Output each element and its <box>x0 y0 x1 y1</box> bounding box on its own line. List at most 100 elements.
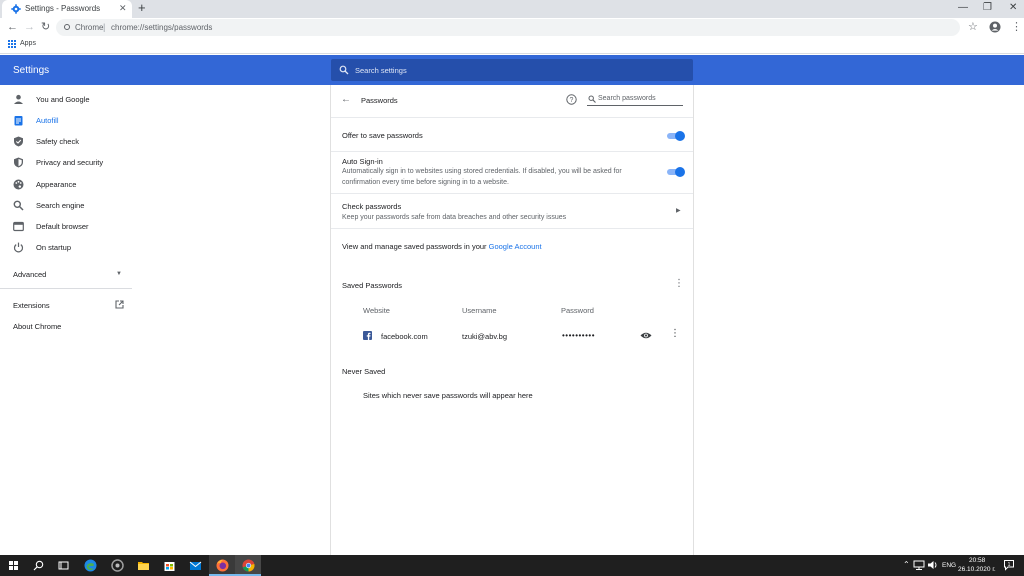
apps-grid-icon[interactable] <box>8 40 16 48</box>
bookmark-star-icon[interactable]: ☆ <box>968 20 978 34</box>
store-icon[interactable] <box>162 558 177 573</box>
facebook-icon <box>363 331 372 340</box>
back-arrow-icon[interactable]: ← <box>341 94 351 105</box>
taskbar-chrome-active[interactable] <box>235 555 261 576</box>
sidebar-item-autofill[interactable]: Autofill <box>0 110 130 131</box>
shield-check-icon <box>14 136 23 147</box>
power-icon <box>13 242 24 253</box>
clock-time[interactable]: 20:58 <box>969 557 985 564</box>
search-passwords-input[interactable]: Search passwords <box>587 93 683 106</box>
column-header-password: Password <box>561 306 594 315</box>
tab-settings-passwords[interactable]: Settings - Passwords ✕ <box>2 0 132 18</box>
windows-start-icon[interactable] <box>6 558 21 573</box>
auto-signin-title: Auto Sign-in <box>342 157 383 166</box>
saved-passwords-menu-icon[interactable]: ⋮ <box>674 278 684 289</box>
check-passwords-row[interactable]: Check passwords Keep your passwords safe… <box>331 194 693 228</box>
offer-to-save-label: Offer to save passwords <box>342 131 423 140</box>
person-icon <box>14 94 23 104</box>
shield-icon <box>14 157 23 168</box>
page-title: Settings <box>13 65 50 76</box>
menu-kebab-icon[interactable]: ⋮ <box>1011 20 1022 34</box>
palette-icon <box>13 179 24 190</box>
settings-gear-icon <box>11 4 21 14</box>
show-hidden-icons-caret[interactable]: ⌃ <box>903 560 910 569</box>
sidebar-item-label: Autofill <box>36 116 59 125</box>
svg-text:1: 1 <box>1008 562 1011 568</box>
open-in-new-icon <box>115 300 124 309</box>
search-icon <box>588 95 596 103</box>
task-view-icon[interactable] <box>56 558 71 573</box>
advanced-label: Advanced <box>13 270 47 279</box>
apps-bookmark[interactable]: Apps <box>20 40 36 47</box>
chrome-icon <box>242 559 255 572</box>
caret-down-icon: ▼ <box>116 271 122 277</box>
sidebar-item-appearance[interactable]: Appearance <box>0 174 130 195</box>
password-row-menu-icon[interactable]: ⋮ <box>670 328 680 339</box>
file-explorer-icon[interactable] <box>136 558 151 573</box>
passwords-card: ← Passwords ? Search passwords Offer to … <box>330 85 694 555</box>
language-indicator[interactable]: ENG <box>942 562 956 569</box>
volume-icon[interactable] <box>927 559 939 571</box>
windows-taskbar: ⌃ ENG 20:58 26.10.2020 г. 1 <box>0 555 1024 576</box>
auto-signin-description: Automatically sign in to websites using … <box>342 168 622 186</box>
sidebar-divider <box>0 288 132 289</box>
url-text: chrome://settings/passwords <box>111 23 213 32</box>
manage-text: View and manage saved passwords in your <box>342 242 489 251</box>
search-icon[interactable] <box>31 558 46 573</box>
clipboard-icon <box>14 116 23 126</box>
password-cell: •••••••••• <box>562 331 596 340</box>
manage-passwords-text: View and manage saved passwords in your … <box>342 242 542 251</box>
check-passwords-description: Keep your passwords safe from data breac… <box>342 214 567 221</box>
search-settings-input[interactable]: Search settings <box>331 59 693 81</box>
auto-signin-toggle[interactable] <box>667 167 685 177</box>
sidebar-item-label: On startup <box>36 243 72 252</box>
url-separator: | <box>103 22 106 32</box>
clock-date[interactable]: 26.10.2020 г. <box>958 566 996 573</box>
sidebar-item-privacy[interactable]: Privacy and security <box>0 152 130 173</box>
sidebar-item-search-engine[interactable]: Search engine <box>0 195 130 216</box>
new-tab-button[interactable]: + <box>138 1 146 15</box>
taskbar-firefox-active[interactable] <box>209 555 235 576</box>
sidebar-item-default-browser[interactable]: Default browser <box>0 216 130 237</box>
sidebar-item-extensions[interactable]: Extensions <box>0 296 130 314</box>
restore-button[interactable]: ❐ <box>983 2 992 14</box>
sidebar-item-on-startup[interactable]: On startup <box>0 237 130 258</box>
username-cell: tzuki@abv.bg <box>462 332 507 341</box>
settings-header: Settings Search settings <box>0 55 1024 85</box>
address-bar[interactable]: Chrome | chrome://settings/passwords <box>56 19 960 36</box>
app-icon[interactable] <box>110 558 125 573</box>
settings-sidebar: You and Google Autofill Safety check Pri… <box>0 85 330 555</box>
sidebar-item-you-and-google[interactable]: You and Google <box>0 89 130 110</box>
offer-to-save-toggle[interactable] <box>667 131 685 141</box>
tab-strip: Settings - Passwords ✕ + — ❐ ✕ <box>0 0 1024 18</box>
google-account-link[interactable]: Google Account <box>489 242 542 251</box>
show-password-eye-icon[interactable] <box>640 331 652 340</box>
sidebar-item-label: Safety check <box>36 137 79 146</box>
minimize-button[interactable]: — <box>958 2 968 14</box>
website-cell[interactable]: facebook.com <box>381 332 428 341</box>
close-window-button[interactable]: ✕ <box>1009 2 1017 14</box>
svg-text:?: ? <box>570 97 574 104</box>
never-saved-empty-text: Sites which never save passwords will ap… <box>363 391 533 400</box>
sidebar-advanced-toggle[interactable]: Advanced ▼ <box>0 265 130 283</box>
back-button[interactable]: ← <box>7 20 18 34</box>
sidebar-item-safety-check[interactable]: Safety check <box>0 131 130 152</box>
bookmarks-bar: Apps <box>0 37 1024 54</box>
site-name: Chrome <box>75 23 104 32</box>
divider <box>331 151 693 152</box>
close-tab-icon[interactable]: ✕ <box>119 3 127 14</box>
browser-icon <box>13 221 24 232</box>
forward-button[interactable]: → <box>24 20 35 34</box>
network-icon[interactable] <box>913 559 925 571</box>
divider <box>331 117 693 118</box>
reload-button[interactable]: ↻ <box>41 20 50 34</box>
profile-avatar-icon[interactable] <box>989 21 1001 33</box>
sidebar-item-label: Search engine <box>36 201 85 210</box>
sidebar-item-label: Appearance <box>36 180 77 189</box>
mail-icon[interactable] <box>188 558 203 573</box>
sidebar-item-about-chrome[interactable]: About Chrome <box>0 317 130 335</box>
help-icon[interactable]: ? <box>566 94 577 105</box>
about-chrome-label: About Chrome <box>13 322 62 331</box>
notifications-icon[interactable]: 1 <box>1003 559 1015 571</box>
edge-browser-icon[interactable] <box>83 558 98 573</box>
